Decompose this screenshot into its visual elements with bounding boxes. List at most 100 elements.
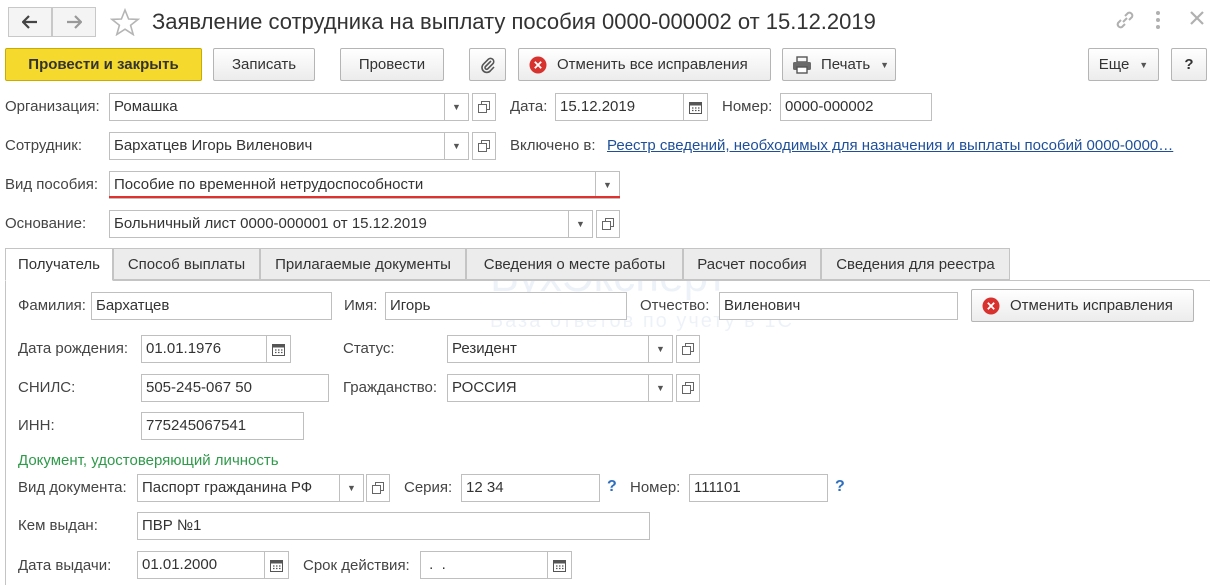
patronymic-field[interactable]: Виленович xyxy=(719,292,958,320)
status-open-button[interactable] xyxy=(676,335,700,363)
cancel-corrections-label: Отменить исправления xyxy=(1010,297,1173,314)
tab-payment-method[interactable]: Способ выплаты xyxy=(113,248,260,280)
back-button[interactable] xyxy=(8,7,52,37)
date-field[interactable]: 15.12.2019 xyxy=(555,93,684,121)
issue-date-calendar-button[interactable] xyxy=(265,551,289,579)
open-icon xyxy=(682,382,694,394)
basis-field[interactable]: Больничный лист 0000-000001 от 15.12.201… xyxy=(109,210,569,238)
status-dropdown[interactable]: ▼ xyxy=(649,335,673,363)
tab-registry-info[interactable]: Сведения для реестра xyxy=(821,248,1010,280)
birth-date-label: Дата рождения: xyxy=(18,340,128,357)
open-icon xyxy=(602,218,614,230)
inn-label: ИНН: xyxy=(18,417,55,434)
basis-open-button[interactable] xyxy=(596,210,620,238)
arrow-left-icon xyxy=(22,15,37,29)
open-icon xyxy=(478,101,490,113)
more-vertical-icon[interactable] xyxy=(1154,9,1162,37)
doc-type-label: Вид документа: xyxy=(18,479,127,496)
patronymic-label: Отчество: xyxy=(640,297,710,314)
doc-type-dropdown[interactable]: ▼ xyxy=(340,474,364,502)
calendar-icon xyxy=(553,559,566,572)
birth-date-field[interactable]: 01.01.1976 xyxy=(141,335,267,363)
series-field[interactable]: 12 34 xyxy=(461,474,600,502)
snils-field[interactable]: 505-245-067 50 xyxy=(141,374,329,402)
employee-label: Сотрудник: xyxy=(5,137,83,154)
help-button[interactable]: ? xyxy=(1171,48,1207,81)
doc-number-label: Номер: xyxy=(630,479,681,496)
benefit-type-field[interactable]: Пособие по временной нетрудоспособности xyxy=(109,171,596,199)
first-name-label: Имя: xyxy=(344,297,378,314)
link-icon[interactable] xyxy=(1114,9,1136,37)
post-button[interactable]: Провести xyxy=(340,48,444,81)
doc-number-field[interactable]: 111101 xyxy=(689,474,828,502)
organization-label: Организация: xyxy=(5,98,100,115)
birth-date-calendar-button[interactable] xyxy=(267,335,291,363)
basis-label: Основание: xyxy=(5,215,87,232)
print-button[interactable]: Печать ▼ xyxy=(782,48,896,81)
paperclip-icon xyxy=(480,57,495,73)
citizenship-dropdown[interactable]: ▼ xyxy=(649,374,673,402)
page-title: Заявление сотрудника на выплату пособия … xyxy=(152,9,876,34)
calendar-icon xyxy=(270,559,283,572)
doc-type-field[interactable]: Паспорт гражданина РФ xyxy=(137,474,340,502)
highlight-underline xyxy=(109,196,620,198)
citizenship-label: Гражданство: xyxy=(343,379,438,396)
open-icon xyxy=(478,140,490,152)
included-in-label: Включено в: xyxy=(510,137,596,154)
employee-open-button[interactable] xyxy=(472,132,496,160)
tab-recipient[interactable]: Получатель xyxy=(5,248,113,281)
date-label: Дата: xyxy=(510,98,548,115)
open-icon xyxy=(682,343,694,355)
tab-attached-documents[interactable]: Прилагаемые документы xyxy=(260,248,466,280)
cancel-all-corrections-label: Отменить все исправления xyxy=(557,56,748,73)
employee-field[interactable]: Бархатцев Игорь Виленович xyxy=(109,132,445,160)
number-field[interactable]: 0000-000002 xyxy=(780,93,932,121)
number-label: Номер: xyxy=(722,98,773,115)
save-button[interactable]: Записать xyxy=(213,48,315,81)
employee-dropdown[interactable]: ▼ xyxy=(445,132,469,160)
print-label: Печать xyxy=(821,56,871,73)
doc-number-help-icon[interactable]: ? xyxy=(835,477,845,497)
more-button[interactable]: Еще ▼ xyxy=(1088,48,1159,81)
citizenship-open-button[interactable] xyxy=(676,374,700,402)
snils-label: СНИЛС: xyxy=(18,379,76,396)
benefit-type-dropdown[interactable]: ▼ xyxy=(596,171,620,199)
tab-benefit-calculation[interactable]: Расчет пособия xyxy=(683,248,821,280)
open-icon xyxy=(372,482,384,494)
cancel-circle-icon xyxy=(982,297,1000,314)
cancel-corrections-button[interactable]: Отменить исправления xyxy=(971,289,1194,322)
organization-open-button[interactable] xyxy=(472,93,496,121)
attach-button[interactable] xyxy=(469,48,506,81)
issue-date-field[interactable]: 01.01.2000 xyxy=(137,551,265,579)
status-field[interactable]: Резидент xyxy=(447,335,649,363)
tab-workplace-info[interactable]: Сведения о месте работы xyxy=(466,248,683,280)
registry-link[interactable]: Реестр сведений, необходимых для назначе… xyxy=(607,136,1173,156)
calendar-icon xyxy=(272,343,285,356)
valid-until-calendar-button[interactable] xyxy=(548,551,572,579)
arrow-right-icon xyxy=(67,15,82,29)
close-icon[interactable] xyxy=(1188,9,1206,33)
issued-by-field[interactable]: ПВР №1 xyxy=(137,512,650,540)
citizenship-field[interactable]: РОССИЯ xyxy=(447,374,649,402)
forward-button[interactable] xyxy=(52,7,96,37)
date-calendar-button[interactable] xyxy=(684,93,708,121)
organization-field[interactable]: Ромашка xyxy=(109,93,445,121)
basis-dropdown[interactable]: ▼ xyxy=(569,210,593,238)
chevron-down-icon: ▼ xyxy=(1139,59,1149,70)
issued-by-label: Кем выдан: xyxy=(18,517,98,534)
issue-date-label: Дата выдачи: xyxy=(18,557,112,574)
benefit-type-label: Вид пособия: xyxy=(5,176,99,193)
cancel-all-corrections-button[interactable]: Отменить все исправления xyxy=(518,48,771,81)
favorite-star-icon[interactable] xyxy=(109,7,141,40)
first-name-field[interactable]: Игорь xyxy=(385,292,627,320)
series-help-icon[interactable]: ? xyxy=(607,477,617,497)
chevron-down-icon: ▼ xyxy=(880,59,890,70)
last-name-field[interactable]: Бархатцев xyxy=(91,292,332,320)
inn-field[interactable]: 775245067541 xyxy=(141,412,304,440)
post-and-close-button[interactable]: Провести и закрыть xyxy=(5,48,202,81)
valid-until-label: Срок действия: xyxy=(303,557,410,574)
more-label: Еще xyxy=(1098,56,1130,73)
organization-dropdown[interactable]: ▼ xyxy=(445,93,469,121)
valid-until-field[interactable]: . . xyxy=(420,551,548,579)
doc-type-open-button[interactable] xyxy=(366,474,390,502)
